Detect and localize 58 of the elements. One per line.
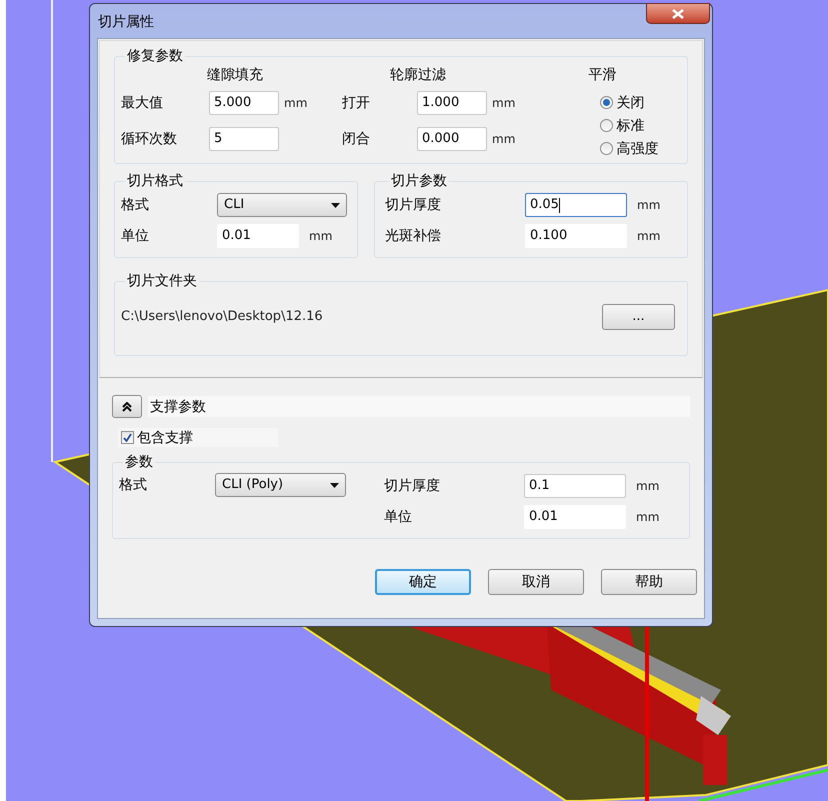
field-label: 循环次数 (121, 130, 178, 148)
field-label: 闭合 (342, 130, 371, 148)
unit-label: mm (283, 95, 308, 111)
field-label: 单位 (121, 227, 150, 245)
input-field[interactable]: 5.000 (209, 91, 279, 115)
column-heading: 轮廓过滤 (389, 66, 447, 84)
section-title: 支撑参数 (150, 398, 206, 416)
field-label: 最大值 (121, 94, 164, 112)
column-heading: 缝隙填充 (207, 66, 264, 84)
browse-button[interactable]: ... (602, 304, 675, 330)
input-field[interactable]: 5 (209, 127, 279, 151)
field-label: 单位 (384, 508, 413, 526)
radio-button[interactable] (600, 119, 614, 132)
close-button[interactable] (646, 3, 710, 24)
input-field[interactable]: 1.000 (417, 91, 487, 115)
radio-option[interactable]: 标准 (600, 116, 658, 135)
unit-label: mm (308, 228, 334, 244)
group-title: 切片参数 (390, 172, 448, 190)
input-field[interactable]: 0.000 (417, 127, 487, 151)
include-support-checkbox-row[interactable]: 包含支撑 (118, 428, 278, 447)
column-heading: 平滑 (588, 66, 618, 85)
checkbox[interactable] (121, 431, 134, 444)
field-label: 切片厚度 (385, 196, 442, 214)
input-field[interactable]: 0.05 (525, 193, 627, 217)
group-title: 切片文件夹 (126, 272, 198, 290)
unit-label: mm (636, 509, 660, 525)
radio-option[interactable]: 高强度 (600, 139, 658, 158)
field-label: 格式 (119, 476, 148, 494)
radio-option[interactable]: 关闭 (600, 93, 658, 112)
unit-label: mm (637, 197, 662, 213)
format-dropdown[interactable]: CLI (Poly) (215, 473, 346, 497)
unit-label: mm (636, 478, 660, 494)
field-label: 打开 (342, 94, 371, 112)
input-field[interactable]: 0.01 (217, 224, 299, 248)
group-title: 修复参数 (126, 47, 184, 65)
radio-button[interactable] (600, 142, 614, 155)
collapse-button[interactable] (112, 395, 142, 418)
field-label: 格式 (121, 196, 150, 214)
close-icon (672, 8, 684, 18)
dropdown-arrow-icon (330, 482, 339, 488)
dialog-button[interactable]: 帮助 (601, 569, 697, 595)
input-field[interactable]: 0.1 (524, 474, 626, 498)
group-title: 参数 (124, 453, 154, 471)
dropdown-arrow-icon (331, 202, 340, 208)
window-title: 切片属性 (98, 13, 154, 31)
folder-path: C:\Users\lenovo\Desktop\12.16 (121, 308, 323, 326)
unit-label: mm (491, 95, 516, 111)
dialog-button[interactable]: 取消 (488, 569, 584, 595)
field-label: 光斑补偿 (385, 227, 442, 245)
format-dropdown[interactable]: CLI (217, 193, 347, 217)
unit-label: mm (491, 131, 516, 147)
radio-button[interactable] (600, 96, 614, 109)
dialog-button[interactable]: 确定 (375, 569, 471, 595)
input-field[interactable]: 0.01 (524, 505, 626, 529)
input-field[interactable]: 0.100 (525, 224, 627, 248)
group-title: 切片格式 (126, 172, 184, 190)
field-label: 切片厚度 (384, 477, 441, 495)
unit-label: mm (637, 228, 662, 244)
